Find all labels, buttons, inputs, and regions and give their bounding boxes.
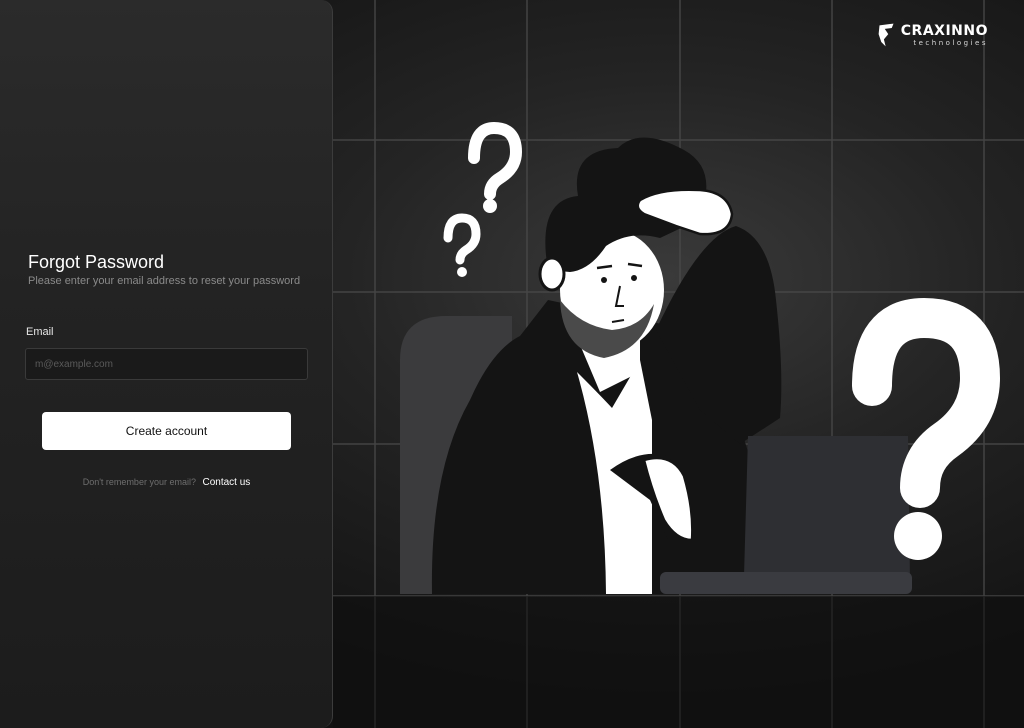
page-subtitle: Please enter your email address to reset…: [28, 275, 301, 287]
craxinno-logo-icon: [878, 23, 894, 47]
contact-us-link[interactable]: Contact us: [202, 477, 250, 488]
email-label: Email: [26, 326, 54, 338]
page: CRAXINNO technologies Forgot Password Pl…: [0, 0, 1024, 728]
forgot-password-panel: Forgot Password Please enter your email …: [0, 0, 333, 728]
brand-logo: CRAXINNO technologies: [876, 18, 988, 52]
laptop: [722, 436, 910, 582]
question-mark-icon: [443, 213, 481, 277]
create-account-button[interactable]: Create account: [42, 412, 291, 450]
brand-tagline: technologies: [913, 38, 988, 47]
page-title: Forgot Password: [28, 252, 165, 272]
help-row: Don't remember your email? Contact us: [0, 477, 333, 488]
email-field[interactable]: [25, 348, 308, 380]
help-text: Don't remember your email?: [82, 477, 196, 487]
brand-name: CRAXINNO: [900, 22, 988, 39]
